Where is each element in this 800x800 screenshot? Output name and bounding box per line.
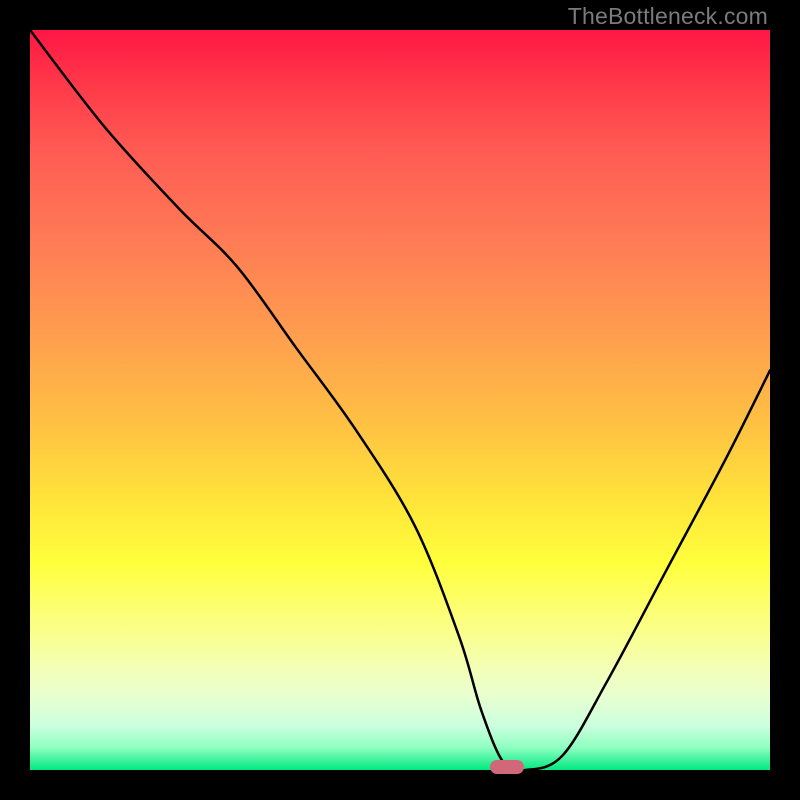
optimal-marker xyxy=(490,760,524,775)
watermark-text: TheBottleneck.com xyxy=(568,3,768,30)
bottleneck-curve xyxy=(30,30,770,770)
chart-frame: TheBottleneck.com xyxy=(0,0,800,800)
plot-area xyxy=(30,30,770,770)
